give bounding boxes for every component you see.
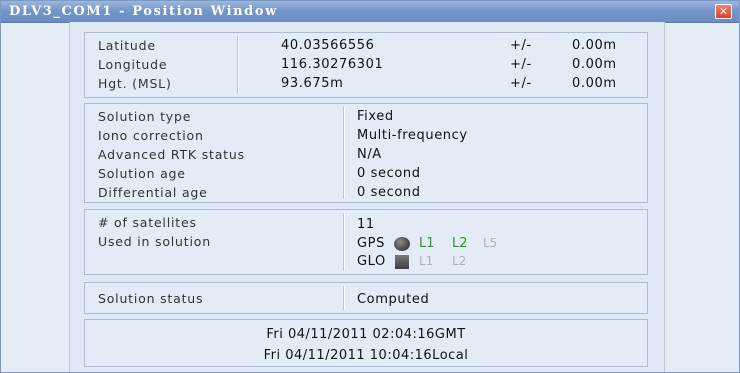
iono-correction-label: Iono correction: [98, 128, 204, 143]
gps-band-l5: L5: [483, 236, 498, 250]
satellite-count-label: # of satellites: [98, 215, 197, 230]
satellites-panel: # of satellites 11 Used in solution GPS …: [84, 209, 648, 275]
height-value: 93.675m: [281, 76, 344, 91]
iono-correction-value: Multi-frequency: [357, 128, 468, 143]
longitude-error: 0.00m: [572, 57, 617, 72]
solution-age-label: Solution age: [98, 166, 186, 181]
solution-status-value: Computed: [357, 292, 430, 307]
satellite-count-value: 11: [357, 217, 375, 232]
window-content: Latitude 40.03566556 +/- 0.00m Longitude…: [69, 22, 665, 372]
position-window: DLV3_COM1 - Position Window ✕ Latitude 4…: [0, 0, 740, 373]
local-time: Fri 04/11/2011 10:04:16Local: [263, 348, 469, 363]
longitude-value: 116.30276301: [281, 57, 384, 72]
position-panel: Latitude 40.03566556 +/- 0.00m Longitude…: [84, 32, 648, 98]
solution-status-label: Solution status: [98, 291, 204, 306]
gps-band-l2: L2: [452, 236, 468, 251]
solution-divider: [343, 107, 345, 199]
glo-band-l2: L2: [452, 254, 467, 268]
longitude-plusminus: +/-: [510, 57, 532, 72]
advanced-rtk-label: Advanced RTK status: [98, 147, 245, 162]
solution-age-value: 0 second: [357, 166, 421, 181]
glonass-satellite-icon: [395, 252, 409, 271]
glo-band-l1: L1: [419, 254, 434, 268]
latitude-error: 0.00m: [572, 38, 617, 53]
satellites-divider: [343, 213, 345, 271]
solution-type-label: Solution type: [98, 109, 192, 124]
solution-type-value: Fixed: [357, 109, 394, 124]
position-divider: [237, 36, 239, 94]
height-error: 0.00m: [572, 76, 617, 91]
advanced-rtk-value: N/A: [357, 147, 382, 162]
time-panel: Fri 04/11/2011 02:04:16GMT Fri 04/11/201…: [84, 319, 648, 367]
gps-band-l1: L1: [419, 236, 435, 251]
window-title: DLV3_COM1 - Position Window: [9, 4, 278, 19]
latitude-plusminus: +/-: [510, 38, 532, 53]
gps-satellite-icon: [394, 234, 410, 253]
solution-panel: Solution type Fixed Iono correction Mult…: [84, 103, 648, 203]
latitude-label: Latitude: [98, 38, 156, 53]
status-divider: [343, 286, 345, 310]
longitude-label: Longitude: [98, 57, 168, 72]
gmt-time: Fri 04/11/2011 02:04:16GMT: [266, 327, 466, 342]
latitude-value: 40.03566556: [281, 38, 375, 53]
differential-age-label: Differential age: [98, 185, 208, 200]
differential-age-value: 0 second: [357, 185, 421, 200]
glo-label: GLO: [357, 254, 386, 269]
title-bar[interactable]: DLV3_COM1 - Position Window ✕: [1, 1, 739, 23]
height-label: Hgt. (MSL): [98, 76, 172, 91]
status-panel: Solution status Computed: [84, 282, 648, 314]
used-in-solution-label: Used in solution: [98, 234, 211, 249]
close-button[interactable]: ✕: [715, 4, 732, 19]
height-plusminus: +/-: [510, 76, 532, 91]
gps-label: GPS: [357, 236, 385, 251]
